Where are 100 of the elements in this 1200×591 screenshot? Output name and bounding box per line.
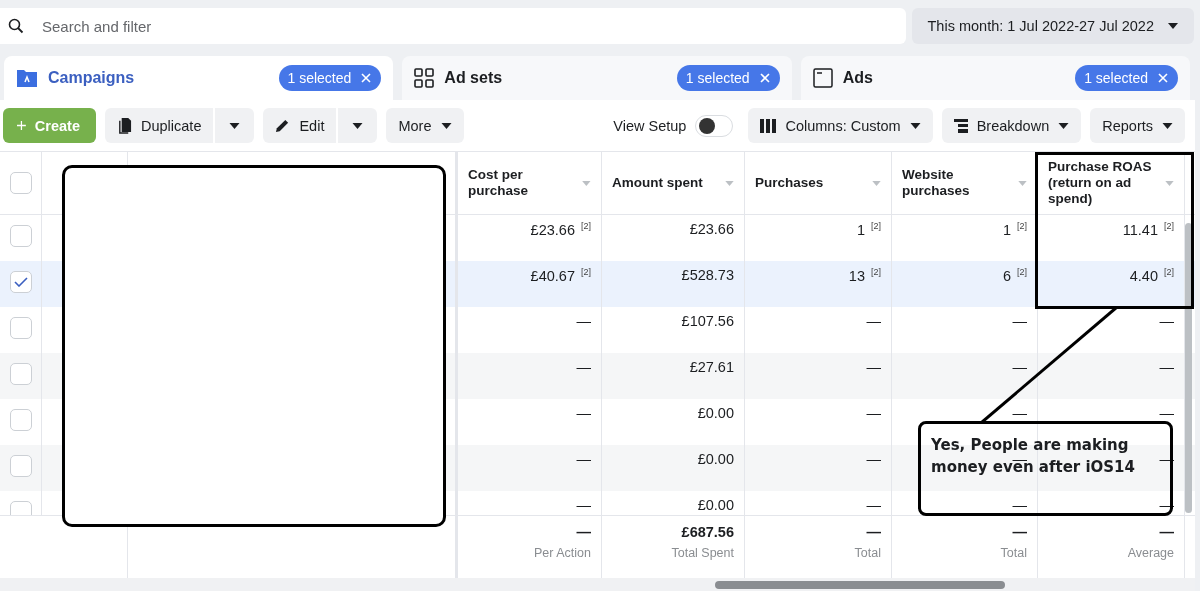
table-cell-text: — — [1159, 313, 1174, 331]
reports-button[interactable]: Reports — [1090, 108, 1185, 143]
column-header[interactable]: Amount spent — [612, 175, 703, 191]
table-cell-text: 6 $^{[2]}$ — [1002, 267, 1027, 286]
table-cell-text: — — [576, 359, 591, 377]
sort-caret-icon — [1165, 180, 1174, 186]
column-header[interactable]: Purchases — [755, 175, 824, 191]
table-cell-text: — — [576, 451, 591, 469]
column-header[interactable]: Purchase ROAS (return on ad spend) — [1048, 159, 1163, 207]
table-cell-text: £40.67 $^{[2]}$ — [530, 267, 591, 286]
table-cell-text: — — [1012, 313, 1027, 331]
caret-icon — [440, 122, 452, 129]
pencil-icon — [275, 118, 291, 133]
plus-icon — [17, 119, 26, 132]
table-cell: — — [1012, 497, 1027, 515]
caret-icon — [1162, 122, 1173, 129]
caret-icon — [229, 122, 241, 129]
row-checkbox[interactable] — [9, 363, 32, 385]
tab-label: Campaigns — [48, 69, 136, 87]
folder-icon — [16, 68, 38, 88]
selection-badge[interactable]: 1 selected — [1075, 65, 1178, 91]
grid-icon — [414, 68, 435, 88]
table-cell-text: £107.56 — [681, 313, 734, 331]
total-value: — — [1159, 524, 1174, 540]
table-cell-text: — — [576, 405, 591, 423]
total-value: £687.56 — [681, 524, 734, 540]
row-checkbox[interactable] — [9, 317, 32, 339]
check-icon — [13, 277, 28, 287]
selection-badge[interactable]: 1 selected — [676, 65, 780, 91]
column-header[interactable]: Website purchases — [902, 167, 1017, 199]
close-icon — [1158, 73, 1168, 83]
sort-caret-icon — [725, 180, 734, 186]
table-cell: — — [576, 497, 591, 515]
table-cell-text: £27.61 — [689, 359, 734, 377]
breakdown-icon — [953, 118, 968, 133]
scrollbar[interactable] — [715, 581, 1005, 589]
columns-button[interactable]: Columns: Custom — [748, 108, 933, 143]
total-value: — — [866, 524, 881, 540]
table-cell-text: — — [866, 313, 881, 331]
table-cell-text: — — [866, 405, 881, 423]
date-range-dropdown[interactable]: This month: 1 Jul 2022-27 Jul 2022 — [911, 8, 1194, 44]
table-cell-text: 11.41 $^{[2]}$ — [1122, 221, 1174, 240]
dropdown-button[interactable] — [338, 108, 378, 143]
breakdown-button[interactable]: Breakdown — [941, 108, 1082, 143]
total-label: Per Action — [534, 546, 591, 560]
table-cell-text: — — [1159, 405, 1174, 423]
dropdown-button[interactable] — [215, 108, 255, 143]
table-cell-text: — — [1159, 359, 1174, 377]
table-cell-text: £528.73 — [681, 267, 734, 285]
caret-icon — [352, 122, 364, 129]
table-cell-text: 13 $^{[2]}$ — [848, 267, 881, 286]
table-cell-text: £0.00 — [697, 405, 734, 423]
scrollbar[interactable] — [1185, 223, 1192, 513]
table-cell: £0.00 — [697, 497, 734, 515]
view-setup-toggle[interactable] — [695, 114, 734, 137]
window-icon — [812, 68, 833, 88]
total-value: — — [1012, 524, 1027, 540]
row-checkbox[interactable] — [9, 225, 32, 247]
selection-badge[interactable]: 1 selected — [278, 65, 382, 91]
edit-button[interactable]: Edit — [263, 108, 337, 143]
caret-icon — [1058, 122, 1070, 129]
duplicate-button[interactable]: Duplicate — [105, 108, 214, 143]
sort-caret-icon — [872, 180, 881, 186]
level-tab[interactable]: Campaigns 1 selected — [4, 56, 394, 100]
table-cell-text: — — [866, 451, 881, 469]
total-label: Total Spent — [671, 546, 734, 560]
row-checkbox[interactable] — [9, 271, 32, 293]
table-cell-text: — — [1012, 359, 1027, 377]
table-cell-text: 1 $^{[2]}$ — [1002, 221, 1027, 240]
table-cell-text: — — [1012, 405, 1027, 423]
column-header[interactable]: Cost per purchase — [468, 167, 583, 199]
table-cell: — — [866, 497, 881, 515]
tab-label: Ad sets — [444, 69, 504, 87]
sort-caret-icon — [582, 180, 591, 186]
close-icon — [361, 73, 372, 83]
table-cell-text: 4.40 $^{[2]}$ — [1129, 267, 1174, 286]
table-cell-text: — — [576, 313, 591, 331]
total-value: — — [576, 524, 591, 540]
tab-label: Ads — [842, 69, 874, 87]
caret-icon — [909, 122, 921, 129]
row-checkbox[interactable] — [9, 455, 32, 477]
table-cell-text: £23.66 $^{[2]}$ — [530, 221, 591, 240]
close-icon — [759, 73, 770, 83]
total-label: Total — [854, 546, 881, 560]
level-tab[interactable]: Ad sets 1 selected — [402, 56, 792, 100]
total-label: Total — [1000, 546, 1027, 560]
more-button[interactable]: More — [386, 108, 464, 143]
table-cell-text: 1 $^{[2]}$ — [856, 221, 881, 240]
caret-icon — [1168, 23, 1178, 29]
level-tab[interactable]: Ads 1 selected — [800, 56, 1190, 100]
copy-icon — [117, 117, 132, 134]
table-cell-text: £0.00 — [697, 451, 734, 469]
table-cell-text: £23.66 — [689, 221, 734, 239]
sort-caret-icon — [1018, 180, 1027, 186]
select-all-checkbox[interactable] — [9, 172, 32, 194]
row-checkbox[interactable] — [9, 409, 32, 431]
search-icon — [8, 18, 24, 34]
table-cell-text: — — [866, 359, 881, 377]
total-label: Average — [1127, 546, 1174, 560]
view-setup-label: View Setup — [613, 117, 687, 134]
